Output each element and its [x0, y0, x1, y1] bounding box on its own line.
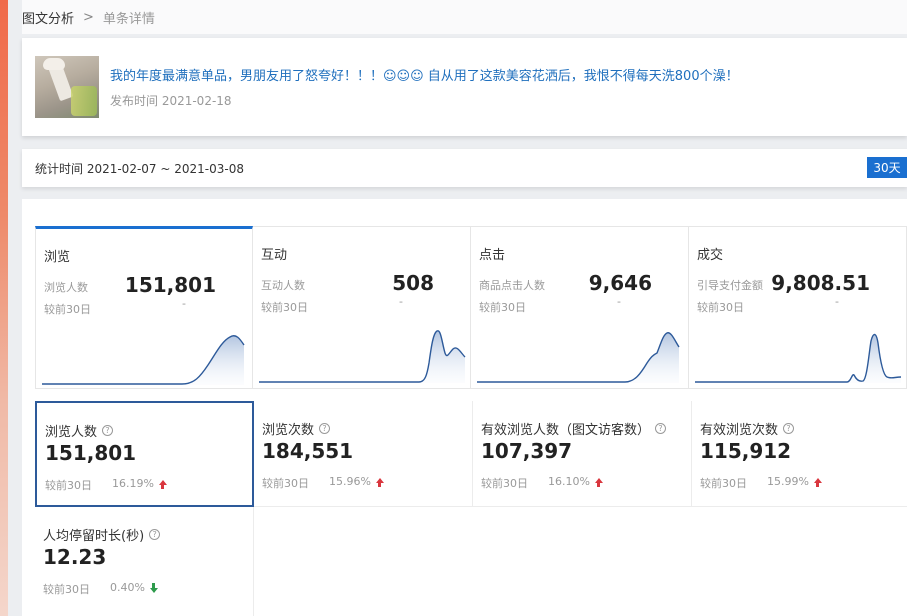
metric-compare-label: 较前30日: [43, 583, 90, 596]
breadcrumb-current: 单条详情: [102, 11, 155, 27]
overview-metric-label: 引导支付金额: [697, 279, 763, 292]
metric-value: 184,551: [262, 439, 354, 463]
metric-value: 115,912: [700, 439, 792, 463]
metric-card-views[interactable]: 浏览次数? 184,551 较前30日 15.96%: [254, 401, 473, 507]
arrow-up-icon: [813, 478, 822, 487]
overview-metric-value: 151,801: [124, 273, 216, 297]
metric-card-avg-duration[interactable]: 人均停留时长(秒)? 12.23 较前30日 0.40%: [35, 507, 254, 616]
overview-card-browse[interactable]: 浏览 浏览人数 151,801 较前30日 -: [35, 226, 253, 389]
metric-change: 16.19%: [112, 477, 167, 490]
metric-change-pct: 0.40%: [110, 581, 145, 594]
metric-title: 浏览人数?: [45, 421, 114, 440]
overview-card-deal[interactable]: 成交 引导支付金额 9,808.51 较前30日 -: [689, 226, 907, 389]
arrow-down-icon: [149, 582, 158, 593]
metric-compare-label: 较前30日: [700, 477, 747, 490]
metric-title: 人均停留时长(秒)?: [43, 525, 161, 544]
overview-card-title: 点击: [479, 248, 506, 263]
overview-metric-value: 9,808.51: [771, 271, 870, 295]
metric-card-effective-visitors[interactable]: 有效浏览人数（图文访客数）? 107,397 较前30日 16.10%: [473, 401, 692, 507]
overview-metric-label: 商品点击人数: [479, 279, 545, 292]
left-accent-strip: [0, 0, 8, 616]
overview-card-title: 互动: [261, 248, 288, 263]
metric-card-visitors[interactable]: 浏览人数? 151,801 较前30日 16.19%: [35, 401, 254, 507]
metric-grid: 浏览人数? 151,801 较前30日 16.19% 浏览次数? 184,551…: [35, 401, 907, 616]
overview-card-interaction[interactable]: 互动 互动人数 508 较前30日 -: [253, 226, 471, 389]
metric-change: 15.96%: [329, 475, 384, 488]
stat-range-bar: 统计时间 2021-02-07 ~ 2021-03-08 30天: [22, 149, 907, 187]
question-circle-icon[interactable]: ?: [102, 425, 114, 436]
overview-metric-value: 508: [392, 271, 434, 295]
arrow-up-icon: [158, 480, 167, 489]
arrow-up-icon: [375, 478, 384, 487]
metric-title: 浏览次数?: [262, 419, 331, 438]
metric-change-pct: 16.10%: [548, 475, 590, 488]
metric-compare-label: 较前30日: [481, 477, 528, 490]
question-circle-icon[interactable]: ?: [319, 423, 331, 434]
metric-card-effective-views[interactable]: 有效浏览次数? 115,912 较前30日 15.99%: [692, 401, 907, 507]
metric-compare-label: 较前30日: [262, 477, 309, 490]
breadcrumb: 图文分析 > 单条详情: [22, 0, 907, 34]
overview-card-title: 浏览: [44, 250, 71, 265]
sparkline-deal: [695, 333, 902, 383]
metric-value: 12.23: [43, 545, 107, 569]
metric-title: 有效浏览次数?: [700, 419, 795, 438]
overview-metric-label: 互动人数: [261, 279, 305, 292]
metric-value: 107,397: [481, 439, 573, 463]
main-panel: 浏览 浏览人数 151,801 较前30日 - 互动 互动人数 508 较前30…: [22, 199, 907, 616]
overview-compare-value: -: [399, 295, 403, 308]
breadcrumb-parent[interactable]: 图文分析: [22, 8, 74, 27]
metric-change-pct: 15.96%: [329, 475, 371, 488]
breadcrumb-separator: >: [83, 9, 94, 25]
metric-change: 16.10%: [548, 475, 603, 488]
overview-row: 浏览 浏览人数 151,801 较前30日 - 互动 互动人数 508 较前30…: [35, 226, 907, 389]
metric-title-text: 浏览次数: [262, 423, 315, 438]
question-circle-icon[interactable]: ?: [149, 529, 161, 540]
overview-metric-label: 浏览人数: [44, 281, 88, 294]
sparkline-click: [477, 332, 680, 383]
metric-change: 15.99%: [767, 475, 822, 488]
post-thumbnail[interactable]: [35, 56, 99, 118]
post-card: 我的年度最满意单品，男朋友用了怒夸好！！！☺☺☺ 自从用了这款美容花洒后，我恨不…: [22, 38, 907, 136]
overview-card-click[interactable]: 点击 商品点击人数 9,646 较前30日 -: [471, 226, 689, 389]
question-circle-icon[interactable]: ?: [655, 423, 667, 434]
post-publish-date: 发布时间 2021-02-18: [110, 94, 232, 108]
overview-metric-value: 9,646: [588, 271, 652, 295]
metric-title-text: 有效浏览次数: [700, 423, 779, 438]
arrow-up-icon: [594, 478, 603, 487]
overview-compare-value: -: [835, 295, 839, 308]
overview-compare-value: -: [617, 295, 621, 308]
post-title[interactable]: 我的年度最满意单品，男朋友用了怒夸好！！！☺☺☺ 自从用了这款美容花洒后，我恨不…: [110, 65, 739, 84]
metric-title-text: 浏览人数: [45, 425, 98, 440]
metric-value: 151,801: [45, 441, 137, 465]
overview-compare-value: -: [182, 297, 186, 310]
overview-card-title: 成交: [697, 248, 724, 263]
metric-change: 0.40%: [110, 581, 158, 594]
sparkline-interaction: [259, 330, 466, 383]
metric-change-pct: 15.99%: [767, 475, 809, 488]
metric-change-pct: 16.19%: [112, 477, 154, 490]
sparkline-browse: [42, 335, 245, 385]
metric-title-text: 有效浏览人数（图文访客数）: [481, 423, 651, 438]
question-circle-icon[interactable]: ?: [783, 423, 795, 434]
metric-title-text: 人均停留时长(秒): [43, 529, 145, 544]
metric-title: 有效浏览人数（图文访客数）?: [481, 419, 667, 438]
metric-compare-label: 较前30日: [45, 479, 92, 492]
stat-range-text: 统计时间 2021-02-07 ~ 2021-03-08: [35, 162, 244, 176]
period-30-days-button[interactable]: 30天: [867, 157, 907, 178]
